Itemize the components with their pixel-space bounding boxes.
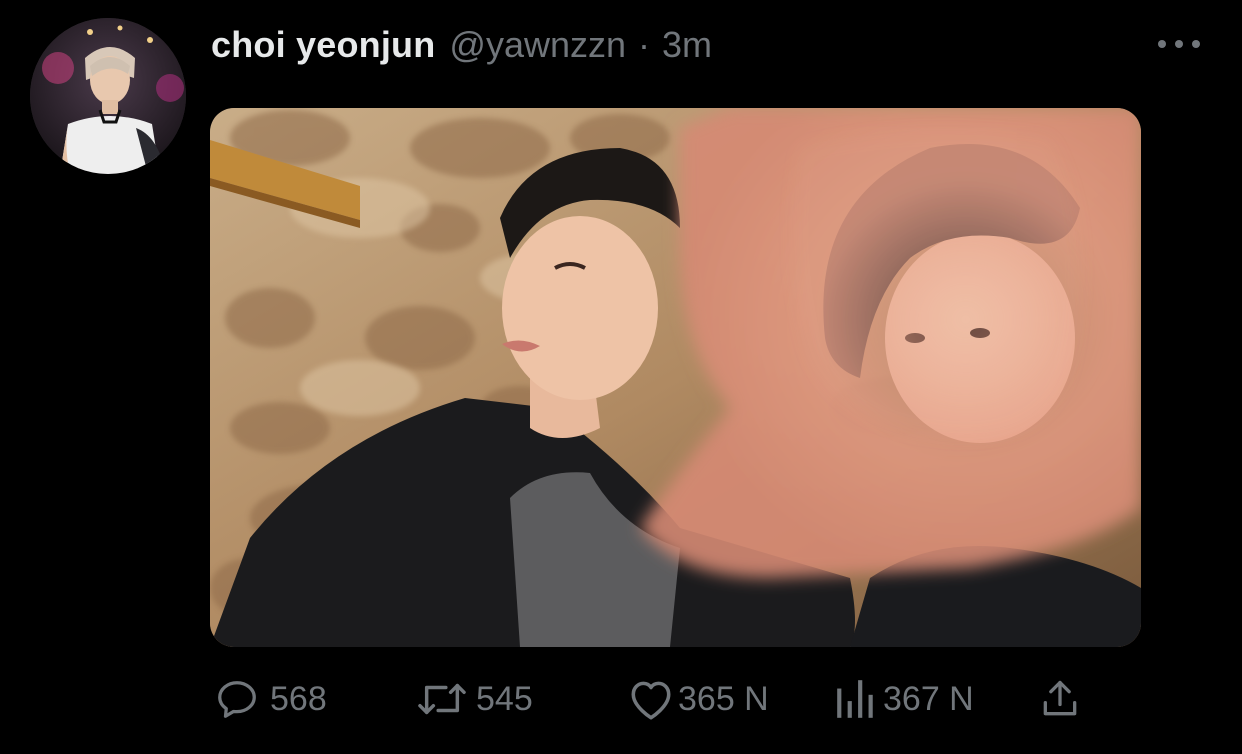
share-upload-icon xyxy=(1043,680,1077,716)
author-handle[interactable]: @yawnzzn xyxy=(449,24,626,66)
reply-bubble-icon xyxy=(218,681,256,718)
views-button[interactable]: 367 N xyxy=(835,672,974,726)
timestamp[interactable]: 3m xyxy=(662,24,712,66)
heart-icon xyxy=(631,681,671,720)
action-bar: 568 545 365 N 367 N xyxy=(0,672,1242,726)
tweet-photo[interactable] xyxy=(210,108,1141,647)
avatar[interactable] xyxy=(30,18,186,174)
more-dot xyxy=(1192,40,1200,48)
reply-button[interactable]: 568 xyxy=(214,672,327,726)
tweet-header: choi yeonjun @yawnzzn · 3m xyxy=(211,24,712,68)
retweet-button[interactable]: 545 xyxy=(414,672,533,726)
tweet: choi yeonjun @yawnzzn · 3m 568 545 365 N… xyxy=(0,0,1242,754)
share-button[interactable] xyxy=(1038,672,1082,726)
avatar-image xyxy=(30,18,186,174)
like-button[interactable]: 365 N xyxy=(626,672,769,726)
reply-count: 568 xyxy=(270,679,327,718)
views-bar-chart-icon xyxy=(837,680,873,718)
retweet-count: 545 xyxy=(476,679,533,718)
photo-image xyxy=(210,108,1141,647)
more-dots-icon[interactable] xyxy=(1158,34,1200,54)
more-dot xyxy=(1158,40,1166,48)
author-name[interactable]: choi yeonjun xyxy=(211,24,435,66)
more-dot xyxy=(1175,40,1183,48)
separator-dot: · xyxy=(638,24,651,65)
retweet-icon xyxy=(418,683,466,715)
views-count: 367 N xyxy=(883,679,974,718)
like-count: 365 N xyxy=(678,679,769,718)
